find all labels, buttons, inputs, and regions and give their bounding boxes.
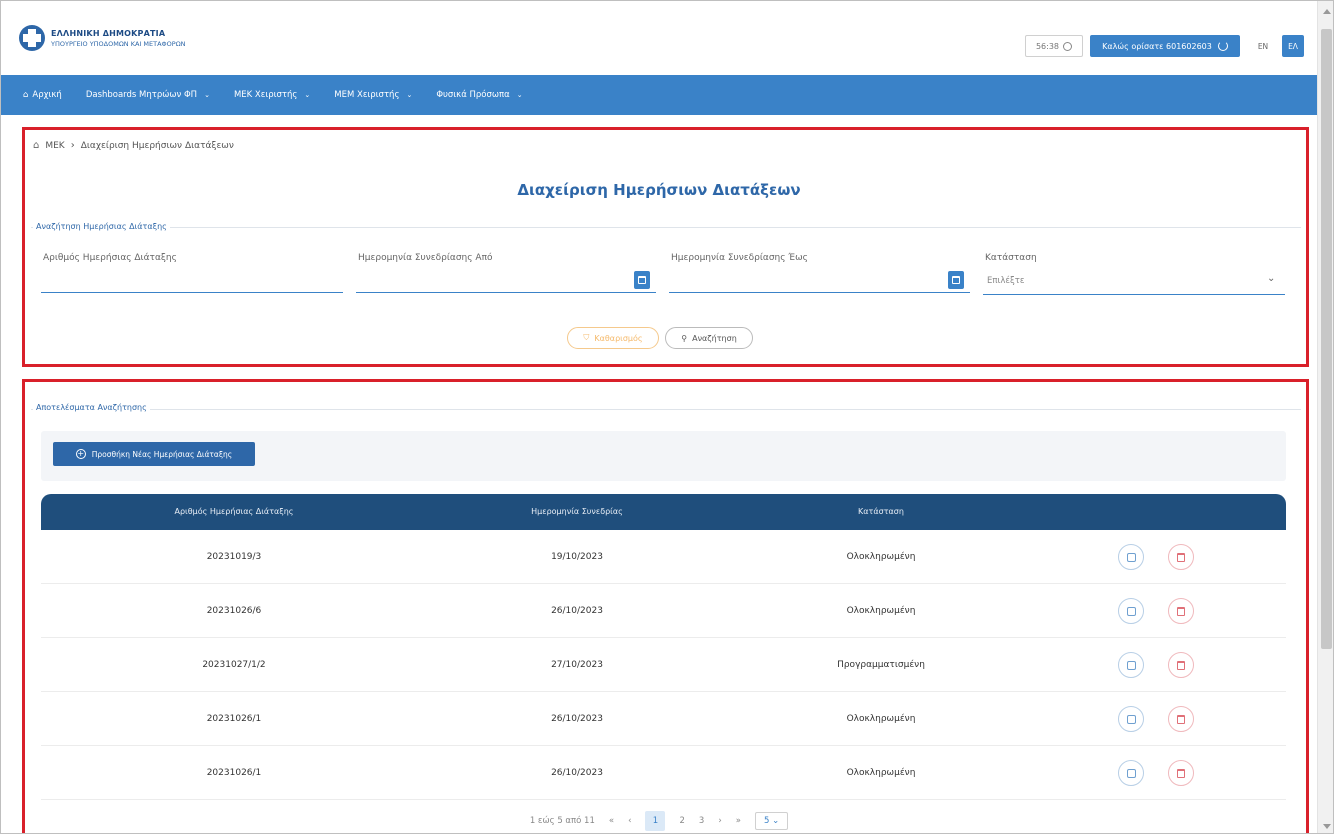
chevron-down-icon: ⌄ <box>304 91 311 99</box>
lang-el-button[interactable]: ΕΛ <box>1282 35 1304 57</box>
vertical-scrollbar[interactable] <box>1317 1 1333 833</box>
browser-frame: ΕΛΛΗΝΙΚΗ ΔΗΜΟΚΡΑΤΙΑ ΥΠΟΥΡΓΕΙΟ ΥΠΟΔΟΜΩΝ Κ… <box>0 0 1334 834</box>
nav-mem-operator[interactable]: ΜΕΜ Χειριστής ⌄ <box>334 90 412 100</box>
session-timer: 56:38 <box>1025 35 1083 57</box>
chevron-down-icon: ⌄ <box>204 91 210 99</box>
logo-title: ΕΛΛΗΝΙΚΗ ΔΗΜΟΚΡΑΤΙΑ <box>51 28 166 38</box>
welcome-label: Καλώς ορίσατε 601602603 <box>1102 41 1212 51</box>
chevron-down-icon: ⌄ <box>406 91 413 99</box>
logo-subtitle: ΥΠΟΥΡΓΕΙΟ ΥΠΟΔΟΜΩΝ ΚΑΙ ΜΕΤΑΦΟΡΩΝ <box>51 39 186 48</box>
nav-dashboards[interactable]: Dashboards Μητρώων ΦΠ ⌄ <box>86 90 210 100</box>
highlight-search-section <box>22 127 1309 367</box>
user-logout-button[interactable]: Καλώς ορίσατε 601602603 <box>1090 35 1240 57</box>
scroll-down-icon[interactable] <box>1323 824 1331 829</box>
nav-mek-operator[interactable]: ΜΕΚ Χειριστής ⌄ <box>234 90 310 100</box>
lang-en-button[interactable]: EN <box>1252 35 1274 57</box>
greek-emblem-icon <box>19 25 45 51</box>
clock-icon <box>1063 41 1073 51</box>
nav-home[interactable]: ⌂ Αρχική <box>23 90 62 100</box>
power-icon <box>1217 41 1228 51</box>
nav-natural-persons[interactable]: Φυσικά Πρόσωπα ⌄ <box>436 90 522 100</box>
highlight-results-section <box>22 379 1309 833</box>
scroll-up-icon[interactable] <box>1323 9 1331 14</box>
home-icon: ⌂ <box>23 90 29 100</box>
top-header: ΕΛΛΗΝΙΚΗ ΔΗΜΟΚΡΑΤΙΑ ΥΠΟΥΡΓΕΙΟ ΥΠΟΔΟΜΩΝ Κ… <box>1 1 1317 75</box>
chevron-down-icon: ⌄ <box>516 91 523 99</box>
session-timer-value: 56:38 <box>1035 41 1060 51</box>
ministry-logo[interactable]: ΕΛΛΗΝΙΚΗ ΔΗΜΟΚΡΑΤΙΑ ΥΠΟΥΡΓΕΙΟ ΥΠΟΔΟΜΩΝ Κ… <box>19 25 186 51</box>
main-navbar: ⌂ Αρχική Dashboards Μητρώων ΦΠ ⌄ ΜΕΚ Χει… <box>1 75 1317 115</box>
scroll-thumb[interactable] <box>1321 29 1332 649</box>
